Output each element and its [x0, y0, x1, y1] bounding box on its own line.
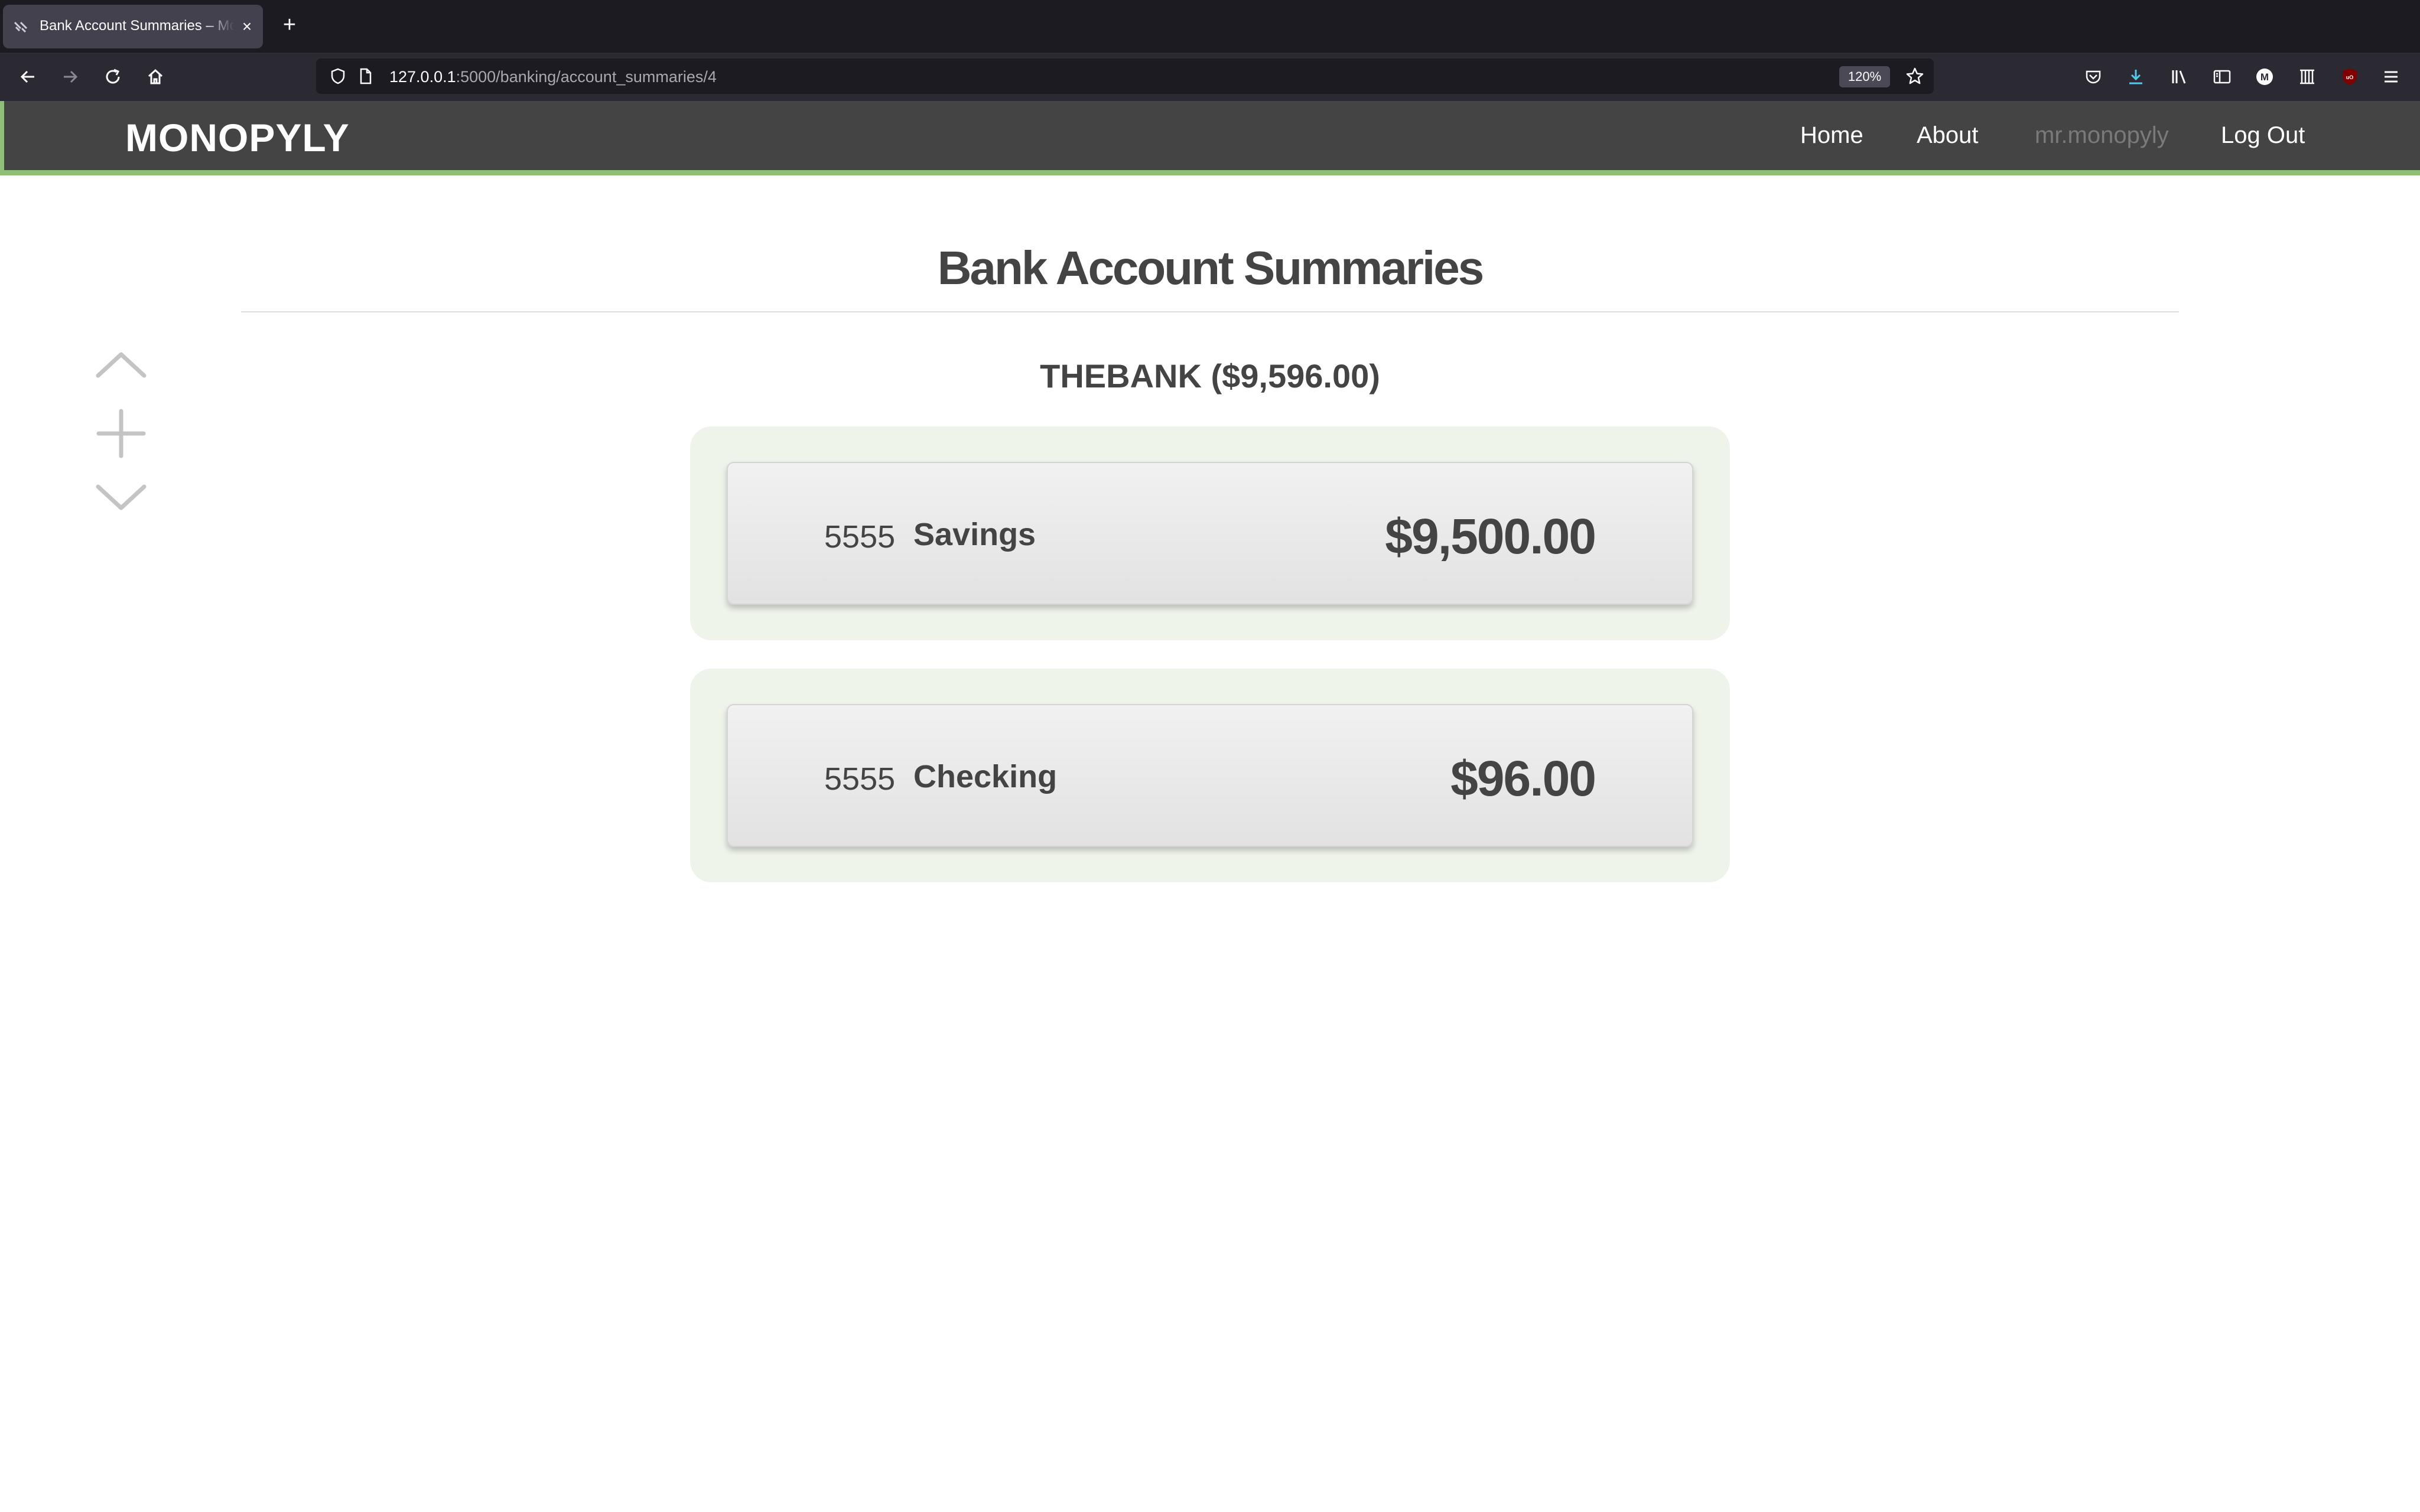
url-path: :5000/banking/account_summaries/4 [456, 68, 717, 86]
nav-link-logout[interactable]: Log Out [2221, 122, 2305, 149]
nav-link-home[interactable]: Home [1800, 122, 1863, 149]
account-number: 5555 [824, 761, 896, 797]
site-logo[interactable]: MONOPYLY [125, 115, 350, 160]
nav-link-about[interactable]: About [1917, 122, 1979, 149]
url-host: 127.0.0.1 [389, 68, 456, 86]
zoom-level-badge[interactable]: 120% [1839, 66, 1890, 87]
account-type: Checking [913, 759, 1058, 794]
url-bar[interactable]: 127.0.0.1:5000/banking/account_summaries… [316, 58, 1934, 94]
account-group: 5555 Checking $96.00 [690, 669, 1730, 882]
library-icon[interactable] [2166, 63, 2193, 90]
home-icon[interactable] [142, 63, 169, 90]
app-menu-icon[interactable] [2377, 63, 2405, 90]
account-card-savings[interactable]: 5555 Savings $9,500.00 [727, 462, 1693, 605]
nav-link-profile[interactable]: mr.monopyly [2035, 122, 2169, 149]
account-group: 5555 Savings $9,500.00 [690, 426, 1730, 640]
extension-grid-icon[interactable] [2294, 63, 2321, 90]
page-title: Bank Account Summaries [937, 242, 1484, 294]
svg-text:uO: uO [2346, 74, 2354, 80]
sidebar-icon[interactable] [2208, 63, 2236, 90]
account-card-checking[interactable]: 5555 Checking $96.00 [727, 704, 1693, 847]
account-avatar-icon[interactable]: M [2251, 63, 2278, 90]
downloads-icon[interactable] [2122, 63, 2149, 90]
tab-title: Bank Account Summaries – Monopyly [40, 18, 235, 34]
svg-text:M: M [2260, 71, 2269, 83]
browser-toolbar: 127.0.0.1:5000/banking/account_summaries… [0, 53, 2420, 101]
account-type: Savings [913, 517, 1036, 552]
shield-icon[interactable] [324, 63, 352, 90]
browser-tab[interactable]: Bank Account Summaries – Monopyly × [3, 5, 263, 48]
site-navbar: MONOPYLY Home About mr.monopyly Log Out [0, 101, 2420, 175]
account-balance: $96.00 [1450, 751, 1596, 806]
ublock-origin-icon[interactable]: uO [2336, 63, 2363, 90]
pocket-icon[interactable] [2080, 63, 2107, 90]
new-tab-icon[interactable]: + [278, 13, 301, 37]
browser-tab-bar: Bank Account Summaries – Monopyly × + [0, 0, 2420, 53]
account-balance: $9,500.00 [1385, 509, 1596, 564]
plus-icon[interactable] [95, 408, 148, 460]
forward-icon[interactable] [57, 63, 84, 90]
monopyly-favicon-icon [14, 21, 28, 33]
account-number: 5555 [824, 519, 896, 555]
page-info-icon[interactable] [352, 63, 379, 90]
title-divider [241, 311, 2179, 312]
reload-icon[interactable] [99, 63, 126, 90]
bank-header: THEBANK ($9,596.00) [1040, 357, 1380, 395]
url-text[interactable]: 127.0.0.1:5000/banking/account_summaries… [389, 68, 717, 86]
back-icon[interactable] [14, 63, 41, 90]
close-icon[interactable]: × [238, 18, 256, 35]
bookmark-star-icon[interactable] [1901, 63, 1928, 90]
chevron-down-icon[interactable] [95, 483, 148, 513]
